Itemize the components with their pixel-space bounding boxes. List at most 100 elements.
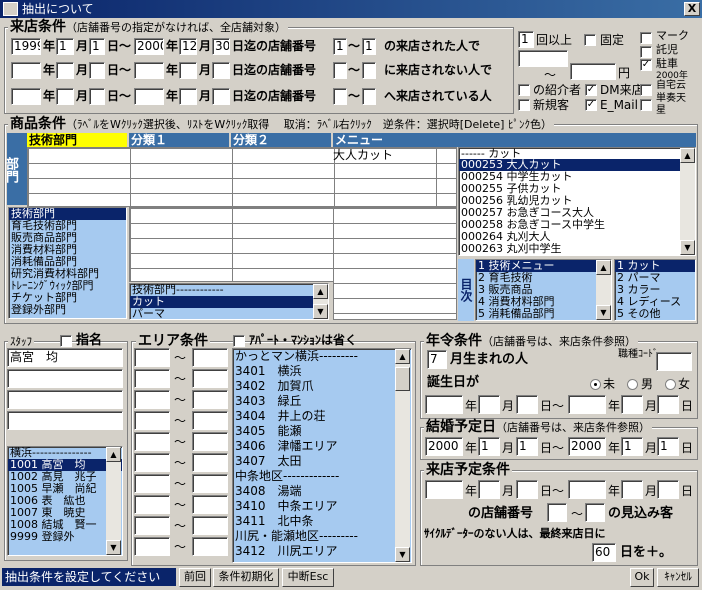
kekkon-to-year[interactable]: 2000 [568,437,606,456]
scroll-up-icon[interactable]: ▲ [596,260,611,275]
area-scrollbar[interactable]: ▲ ▼ [395,349,410,562]
cut-list-item[interactable]: 000263 丸刈中学生 [459,243,680,255]
row3-to-year[interactable] [134,88,164,105]
cut-scrollbar[interactable]: ▲ ▼ [680,148,695,255]
scroll-down-icon[interactable]: ▼ [680,240,695,255]
sex-male-radio[interactable] [627,379,638,390]
yotei-from-day[interactable] [516,480,538,499]
bunrui-scrollbar[interactable]: ▲ ▼ [313,284,328,319]
moku-scrollbar[interactable]: ▲ ▼ [596,260,611,320]
list-item[interactable]: 3406 津幡エリア [233,439,411,454]
to-year-input[interactable]: 2000 [134,38,164,55]
header-bunrui1[interactable]: 分類１ [129,133,229,147]
list-item[interactable]: 技術部門 [9,208,126,220]
kekkon-to-day[interactable]: 1 [657,437,679,456]
list-item[interactable]: 3412 川尻エリア [233,544,411,559]
row3-from-year[interactable] [11,88,41,105]
cut-list-item[interactable]: 000264 丸刈大人 [459,231,680,243]
area-from-input[interactable] [134,432,170,451]
scroll-down-icon[interactable]: ▼ [596,305,611,320]
list-item[interactable]: 1008 結城 賢一 [8,519,122,531]
yotei-from-month[interactable] [478,480,500,499]
scroll-up-icon[interactable]: ▲ [395,349,410,364]
shokuin-input[interactable] [656,352,692,371]
cut-list-item[interactable]: 000257 お急ぎコース大人 [459,207,680,219]
cut-list-item[interactable]: 000254 中学生カット [459,171,680,183]
list-item[interactable]: 1002 高見 兆子 [8,471,122,483]
list-item[interactable]: 5 その他 [615,308,695,320]
init-button[interactable]: 条件初期化 [213,568,279,587]
from-day-input[interactable]: 1 [89,38,105,55]
row2-from-month[interactable] [56,62,74,79]
row3-from-day[interactable] [89,88,105,105]
close-button[interactable]: X [684,2,700,16]
cut-list-item[interactable]: 000255 子供カット [459,183,680,195]
bd-from-year[interactable] [425,395,463,414]
shinki-checkbox[interactable] [518,99,530,111]
area-to-input[interactable] [192,369,228,388]
list-item[interactable]: 消費材料部門 [9,244,126,256]
from-year-input[interactable]: 1999 [11,38,41,55]
list-item[interactable]: 1 技術メニュー [476,260,611,272]
kekkon-from-year[interactable]: 2000 [425,437,463,456]
apart-checkbox[interactable] [233,335,245,347]
bd-to-year[interactable] [568,395,606,414]
jitaku-checkbox[interactable] [640,84,652,96]
list-item[interactable]: 3403 緑丘 [233,394,411,409]
header-menu[interactable]: メニュー [333,133,696,147]
list-item[interactable]: 3408 湯端 [233,484,411,499]
row3-store-from[interactable] [333,88,347,105]
list-item[interactable]: 3407 太田 [233,454,411,469]
shokai-checkbox[interactable] [518,84,530,96]
cut-list-item[interactable]: 000258 お急ぎコース中学生 [459,219,680,231]
to-day-input[interactable]: 30 [212,38,230,55]
sex-unknown-radio[interactable] [590,379,601,390]
list-item[interactable]: 3402 加賀爪 [233,379,411,394]
area-to-input[interactable] [192,516,228,535]
list-item[interactable]: 1007 東 暁史 [8,507,122,519]
takuji-checkbox[interactable] [640,46,652,58]
list-item[interactable]: 1005 早瀬 尚紀 [8,483,122,495]
area-from-input[interactable] [134,411,170,430]
list-item[interactable]: 研究消費材料部門 [9,268,126,280]
yotei-to-month[interactable] [621,480,643,499]
email-checkbox[interactable]: ✓ [585,99,597,111]
bd-to-month[interactable] [621,395,643,414]
sub-list[interactable]: 1 カット 2 パーマ 3 カラー 4 レディース 5 その他 [614,259,696,321]
list-item[interactable]: 1001 高宮 均 [8,459,122,471]
area-to-input[interactable] [192,348,228,367]
cut-list-item[interactable]: 000253 大人カット [459,159,680,171]
bd-to-day[interactable] [657,395,679,414]
menu-grid-lower[interactable] [333,207,457,320]
yotei-store-to[interactable] [585,503,605,522]
area-to-input[interactable] [192,390,228,409]
list-item[interactable]: 中条地区------------- [233,469,411,484]
list-item[interactable]: 9999 登録外 [8,531,122,543]
row2-to-month[interactable] [179,62,197,79]
kotei-checkbox[interactable] [584,34,596,46]
list-item[interactable]: 4 消費材料部門 [476,296,611,308]
yotei-store-from[interactable] [547,503,567,522]
scroll-up-icon[interactable]: ▲ [680,148,695,163]
row2-from-year[interactable] [11,62,41,79]
yotei-to-day[interactable] [657,480,679,499]
shimei-checkbox[interactable] [60,335,72,347]
area-to-input[interactable] [192,495,228,514]
sex-female-radio[interactable] [665,379,676,390]
kekkon-from-day[interactable]: 1 [516,437,538,456]
header-bumon[interactable]: 技術部門 [27,133,127,147]
row2-store-from[interactable] [333,62,347,79]
header-bunrui2[interactable]: 分類２ [231,133,331,147]
list-item[interactable]: パーマ [130,308,328,319]
menu-first-cell[interactable]: 大人カット [333,147,393,163]
area-from-input[interactable] [134,390,170,409]
from-month-input[interactable]: 1 [56,38,74,55]
area-from-input[interactable] [134,474,170,493]
list-item[interactable]: 3404 井上の荘 [233,409,411,424]
area-to-input[interactable] [192,453,228,472]
bunrui-list[interactable]: 技術部門------------ カット パーマ [129,283,329,320]
area-to-input[interactable] [192,474,228,493]
staff-field-2[interactable] [7,369,123,388]
scroll-down-icon[interactable]: ▼ [313,304,328,319]
list-item[interactable]: 育毛技術部門 [9,220,126,232]
